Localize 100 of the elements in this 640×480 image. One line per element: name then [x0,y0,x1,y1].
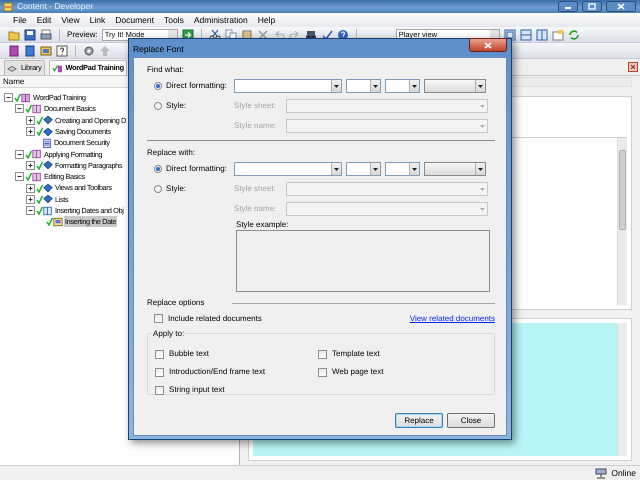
caret-icon [412,168,416,171]
preview-label: Preview: [67,28,98,40]
scissors-icon[interactable] [208,28,221,40]
go-arrow-icon[interactable] [182,28,194,40]
book-icon [43,206,53,216]
color-combo[interactable] [424,79,486,93]
size-combo[interactable] [346,79,381,93]
group-label: Apply to: [152,328,186,340]
menu-item[interactable]: Administration [188,14,253,26]
field-label: Style name: [234,203,278,215]
checkbox[interactable] [318,368,327,376]
expand-toggle[interactable] [15,104,24,114]
help-icon[interactable] [56,44,68,56]
scrollbar[interactable] [617,323,627,456]
minimize-icon[interactable] [558,1,578,12]
menu-item[interactable]: Help [252,14,280,26]
radio-button[interactable] [154,102,162,110]
font-combo[interactable] [234,79,342,93]
caret-icon [412,85,416,88]
diamond-book-icon [43,160,53,170]
layout-icon[interactable] [504,28,516,40]
radio-label: Style: [166,100,186,112]
radio-button[interactable] [154,82,162,90]
refresh-icon[interactable] [568,28,580,40]
checkbox[interactable] [154,314,163,323]
caret-icon [334,168,338,171]
radio-button[interactable] [154,165,162,173]
expand-toggle[interactable] [15,172,24,182]
connection-status: Online [611,466,636,480]
field-label: Style sheet: [234,183,277,195]
close-icon [484,42,492,48]
book-icon [32,149,42,160]
caret-icon [480,125,484,128]
menu-item[interactable]: Document [110,14,159,26]
book-icon [32,172,42,182]
expand-toggle[interactable] [26,160,35,170]
save-icon[interactable] [24,28,36,40]
layout-icon[interactable] [520,28,532,40]
caret-icon [372,85,378,88]
menu-item[interactable]: File [8,14,32,26]
frame-icon[interactable] [40,44,52,56]
checked-book-icon [52,62,62,74]
checkbox[interactable] [155,386,164,394]
document-icon [42,138,52,148]
checkbox-label: Bubble text [169,348,210,360]
radio-button[interactable] [154,185,162,193]
close-icon[interactable] [606,1,636,12]
related-documents-link[interactable]: View related documents [410,312,495,324]
color-combo[interactable] [424,162,486,176]
checkbox-label: Template text [332,348,380,360]
menu-item[interactable]: View [56,14,85,26]
dialog-button[interactable]: Replace [395,413,443,428]
diamond-book-icon [43,115,53,126]
expand-toggle[interactable] [4,93,13,102]
expand-toggle[interactable] [26,116,35,125]
section-heading: Replace options [147,297,204,309]
book-icon[interactable] [8,44,20,56]
expand-toggle[interactable] [15,150,24,159]
checkbox[interactable] [155,368,164,376]
spellcheck-icon[interactable] [320,28,333,40]
caret-icon [480,105,484,108]
diamond-book-icon [43,194,53,204]
font-combo[interactable] [234,162,342,176]
section-heading: Replace with: [147,147,196,159]
expand-toggle[interactable] [26,194,35,204]
delete-icon[interactable] [256,28,269,40]
close-pane-icon[interactable] [628,62,638,72]
caret-icon [334,85,338,88]
book-icon[interactable] [24,44,36,56]
caret-icon [478,85,482,88]
expand-toggle[interactable] [26,206,35,216]
checkbox-label: String input text [169,384,225,396]
size-combo[interactable] [385,79,420,93]
field-label: Style name: [234,120,278,132]
checkbox[interactable] [318,350,327,358]
caret-icon [480,188,484,191]
checkbox-label: Web page text [332,366,384,378]
size-combo[interactable] [385,162,420,176]
menu-item[interactable]: Edit [32,14,56,26]
print-icon[interactable] [40,28,52,40]
expand-toggle[interactable] [26,184,35,193]
scrollbar[interactable] [617,138,627,305]
radio-label: Direct formatting: [166,163,227,175]
clipboard-icon[interactable] [240,28,253,40]
checkbox[interactable] [155,350,164,358]
book-icon [32,104,42,114]
dialog-button[interactable]: Close [447,413,495,428]
menu-item[interactable]: Link [84,14,110,26]
network-icon [595,468,608,478]
caret-icon [478,168,482,171]
restore-icon[interactable] [582,1,602,12]
section-heading: Find what: [147,64,185,76]
expand-toggle[interactable] [26,127,35,136]
close-button[interactable] [469,38,507,52]
menu-item[interactable]: Tools [158,14,189,26]
size-combo[interactable] [346,162,381,176]
layout-icon[interactable] [536,28,548,40]
caret-icon [372,168,378,171]
properties-icon[interactable] [552,28,564,40]
checkbox-label: Include related documents [168,312,262,324]
